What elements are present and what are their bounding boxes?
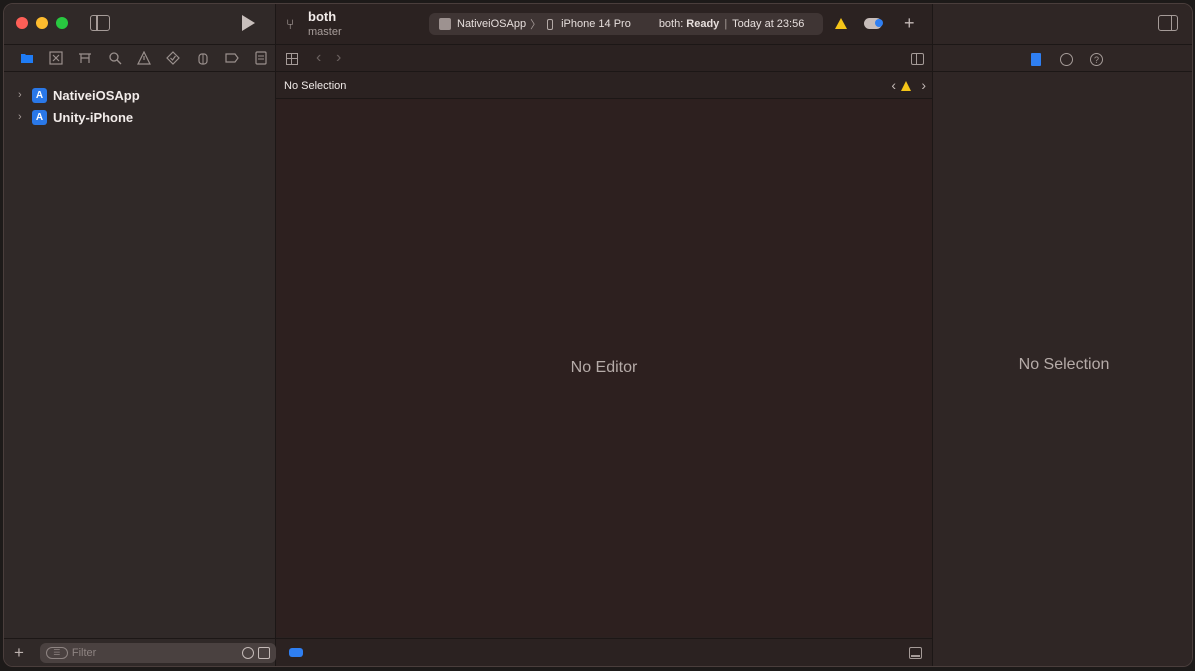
xcode-window: › A NativeiOSApp › A Unity-iPhone + ☰ ⑂ … [3, 3, 1193, 667]
test-navigator-icon[interactable] [159, 44, 188, 72]
related-items-grid-icon[interactable] [286, 53, 298, 65]
next-issue-icon[interactable]: › [921, 77, 926, 93]
recent-files-icon[interactable] [242, 646, 254, 659]
split-editor-icon[interactable] [911, 53, 924, 65]
navigator-filter-field[interactable]: ☰ [39, 642, 276, 663]
minimize-window-button[interactable] [36, 17, 48, 29]
tree-item-label: Unity-iPhone [53, 109, 134, 125]
add-file-button[interactable]: + [14, 643, 32, 663]
symbol-navigator-icon[interactable] [71, 44, 100, 72]
activity-view: NativeiOSApp 〉 iPhone 14 Pro both: Ready… [429, 13, 823, 35]
status-separator: | [724, 18, 728, 30]
inspector-body: No Selection [933, 72, 1192, 666]
status-text: Ready [686, 18, 720, 30]
navigator-sidebar: › A NativeiOSApp › A Unity-iPhone + ☰ [4, 4, 276, 666]
debug-bar [276, 638, 932, 666]
close-window-button[interactable] [16, 17, 28, 29]
scheme-title[interactable]: both [308, 9, 336, 24]
inspector-tab-bar: ? [933, 44, 1192, 72]
previous-issue-icon[interactable]: ‹ [891, 77, 896, 93]
editor-placeholder: No Editor [570, 359, 638, 376]
run-destination-selector[interactable]: iPhone 14 Pro [561, 18, 631, 30]
branch-label[interactable]: master [308, 26, 342, 38]
issue-warning-icon[interactable] [901, 81, 911, 91]
sidebar-toggle-icon[interactable] [90, 15, 110, 31]
main-toolbar: ⑂ both master NativeiOSApp 〉 iPhone 14 P… [276, 4, 932, 44]
run-button[interactable] [242, 15, 255, 31]
source-control-navigator-icon[interactable] [41, 44, 70, 72]
library-plus-button[interactable]: + [904, 13, 915, 34]
issue-navigator-icon[interactable] [129, 44, 158, 72]
inspector-toggle-icon[interactable] [1158, 15, 1178, 31]
filter-input[interactable] [71, 646, 232, 659]
filter-options-icon[interactable]: ☰ [45, 646, 68, 659]
project-navigator-icon[interactable] [12, 44, 41, 72]
quick-help-icon[interactable]: ? [1090, 53, 1103, 66]
jump-bar: No Selection ‹ › [276, 72, 932, 99]
status-scheme: both: [658, 18, 684, 30]
debug-navigator-icon[interactable] [188, 44, 217, 72]
tree-item-unity-iphone[interactable]: › A Unity-iPhone [4, 106, 276, 128]
history-inspector-icon[interactable] [1060, 53, 1073, 66]
file-inspector-icon[interactable] [1031, 53, 1041, 66]
chevron-left-icon[interactable]: ‹ [316, 49, 321, 67]
navigator-tab-bar [4, 44, 276, 72]
maximize-window-button[interactable] [56, 17, 68, 29]
xcode-project-icon: A [32, 87, 47, 103]
chevron-right-icon[interactable]: › [18, 111, 30, 123]
cloud-status-icon[interactable] [864, 18, 883, 29]
tree-item-label: NativeiOSApp [53, 87, 140, 103]
xcode-project-icon: A [32, 109, 47, 125]
project-tree: › A NativeiOSApp › A Unity-iPhone [4, 84, 276, 128]
scheme-target-selector[interactable]: NativeiOSApp [457, 18, 526, 30]
device-icon [547, 18, 554, 30]
show-debug-area-icon[interactable] [909, 647, 922, 659]
chevron-right-icon[interactable]: › [18, 89, 30, 101]
tree-item-nativeiosapp[interactable]: › A NativeiOSApp [4, 84, 276, 106]
find-navigator-icon[interactable] [100, 44, 129, 72]
warning-icon[interactable] [835, 18, 847, 29]
app-target-icon [439, 18, 451, 30]
source-control-filter-icon[interactable] [258, 646, 270, 659]
status-timestamp: Today at 23:56 [732, 18, 805, 30]
breakpoint-navigator-icon[interactable] [217, 44, 246, 72]
inspector-placeholder: No Selection [1018, 356, 1110, 373]
editor-area: No Editor [276, 99, 932, 637]
inspector-panel: ? No Selection [932, 4, 1192, 666]
editor-tab-bar: ‹ › [276, 44, 932, 72]
branch-icon: ⑂ [286, 16, 295, 32]
navigator-footer: + ☰ [4, 638, 276, 666]
chevron-right-icon[interactable]: › [336, 49, 341, 67]
breakpoints-toggle-icon[interactable] [289, 648, 303, 657]
jump-bar-label[interactable]: No Selection [284, 80, 346, 92]
breadcrumb-separator: 〉 [530, 19, 542, 31]
report-navigator-icon[interactable] [247, 44, 276, 72]
